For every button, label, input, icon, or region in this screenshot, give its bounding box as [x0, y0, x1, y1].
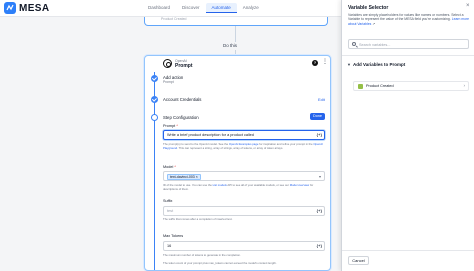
tab-analyze[interactable]: Analyze [237, 3, 265, 13]
card-header: OpenAI Prompt ? ⋮ [145, 56, 330, 70]
suffix-label: Suffix [163, 199, 173, 203]
close-icon[interactable]: × [466, 3, 470, 9]
model-chip[interactable]: text-davinci-003 × [167, 173, 201, 180]
model-label: Model * [163, 165, 176, 169]
variable-search[interactable] [348, 39, 469, 49]
model-select[interactable]: text-davinci-003 × ▾ [163, 171, 325, 181]
model-help: ID of the model to use. You can use the … [163, 183, 314, 191]
panel-description: Variables are simply placeholders for va… [348, 13, 470, 26]
chevron-right-icon: › [463, 83, 466, 88]
help-icon[interactable]: ? [312, 60, 318, 66]
logo[interactable]: MESA [4, 2, 50, 14]
max-tokens-value: 16 [167, 244, 172, 248]
suffix-placeholder: test [167, 209, 174, 213]
prompt-help: The prompt(s) to send to the OpenAI mode… [163, 142, 323, 150]
variable-selector-panel: Variable Selector × Variables are simply… [341, 0, 474, 271]
tab-automate[interactable]: Automate [205, 3, 237, 13]
step-account-credentials[interactable]: Account Credentials [163, 97, 201, 102]
shopify-icon [358, 84, 363, 89]
max-tokens-field[interactable]: 16 {+} [163, 241, 325, 251]
prompt-value: Write a brief product description for a … [167, 133, 254, 137]
connector-line [235, 26, 236, 42]
step-add-action-sub: Prompt [163, 80, 174, 84]
variables-section-header[interactable]: ▼ Add Variables to Prompt [347, 62, 405, 67]
model-overview-link[interactable]: Model overview [290, 183, 309, 187]
suffix-field[interactable]: test {+} [163, 206, 325, 216]
more-options-icon[interactable]: ⋮ [322, 59, 328, 65]
panel-title: Variable Selector [348, 5, 389, 11]
max-tokens-help: The maximum number of tokens to generate… [163, 253, 241, 257]
divider [342, 55, 474, 56]
insert-variable-button[interactable]: {+} [317, 132, 322, 138]
variable-item-label: Product Created [366, 84, 394, 88]
chevron-down-icon: ▼ [347, 62, 351, 67]
main-nav-tabs: Dashboard Discover Automate Analyze [142, 3, 265, 13]
step-complete-icon [151, 75, 158, 82]
app-name: MESA [19, 2, 50, 14]
trigger-card[interactable]: Product Created [144, 17, 328, 26]
step-complete-icon [151, 96, 158, 103]
list-models-link[interactable]: List models [213, 183, 227, 187]
suffix-help: The suffix that comes after a completion… [163, 217, 233, 221]
openai-icon [163, 59, 172, 68]
insert-variable-button[interactable]: {+} [317, 208, 322, 214]
workflow-canvas: Product Created Do this OpenAI Prompt ? … [0, 17, 341, 271]
edit-credentials-link[interactable]: Edit [318, 97, 325, 102]
variable-item-product-created[interactable]: Product Created › [353, 81, 469, 91]
search-icon [352, 42, 356, 46]
prompt-label: Prompt * [163, 124, 178, 128]
insert-variable-button[interactable]: {+} [317, 243, 322, 249]
mesa-logo-icon [4, 2, 16, 14]
tab-discover[interactable]: Discover [176, 3, 206, 13]
done-button[interactable]: Done [310, 113, 325, 120]
step-current-icon [151, 114, 158, 121]
search-input[interactable] [359, 41, 467, 48]
prompt-field[interactable]: Write a brief product description for a … [163, 130, 325, 140]
do-this-label: Do this [221, 43, 240, 48]
max-tokens-help-2: The token count of your prompt plus max_… [163, 261, 277, 265]
max-tokens-label: Max Tokens [163, 234, 184, 238]
chevron-down-icon[interactable]: ▾ [319, 173, 321, 181]
card-title: Prompt [175, 63, 193, 69]
openai-prompt-card: OpenAI Prompt ? ⋮ Add action Prompt Acco… [144, 55, 331, 271]
panel-footer: Cancel [342, 250, 474, 271]
tab-dashboard[interactable]: Dashboard [142, 3, 176, 13]
step-configuration[interactable]: Step Configuration [163, 115, 199, 120]
cancel-button[interactable]: Cancel [348, 256, 369, 265]
trigger-card-label: Product Created [161, 17, 187, 21]
